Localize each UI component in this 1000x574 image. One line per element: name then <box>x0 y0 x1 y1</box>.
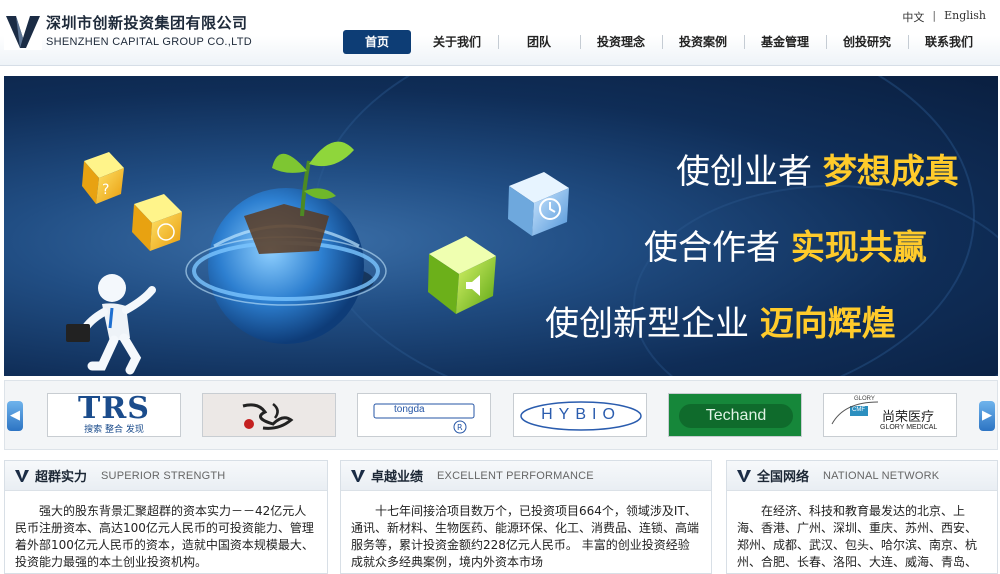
panel-header: 超群实力 SUPERIOR STRENGTH <box>5 461 327 491</box>
language-switch: 中文 | English <box>902 9 986 25</box>
nav-about[interactable]: 关于我们 <box>416 30 498 54</box>
partner-logo-carousel: ◀ TRS 搜索 整合 发现 R tongda HYBIO Techand CM… <box>4 380 998 450</box>
panel-superior-strength: 超群实力 SUPERIOR STRENGTH 强大的股东背景汇聚超群的资本实力－… <box>4 460 328 574</box>
partner-logo-togda[interactable]: R tongda <box>357 393 491 437</box>
panel-title: 全国网络 <box>757 470 810 485</box>
panel-national-network: 全国网络 NATIONAL NETWORK 在经济、科技和教育最发达的北京、上海… <box>726 460 998 574</box>
togda-logo-icon: R <box>373 403 475 434</box>
partner-logo-techand[interactable]: Techand <box>668 393 802 437</box>
chevron-right-icon: ▶ <box>982 408 992 423</box>
yellow-cube-question-icon: ? <box>82 152 124 204</box>
panel-body: 十七年间接洽项目数万个，已投资项目664个，领域涉及IT、通讯、新材料、生物医药… <box>351 504 700 569</box>
partner-togda-wordmark: tongda <box>394 404 425 415</box>
banner-slogan-3-prefix: 使创新型企业 <box>545 304 749 344</box>
nav-contact[interactable]: 联系我们 <box>908 30 990 54</box>
businessman-figure-icon <box>66 274 156 375</box>
lang-english-link[interactable]: English <box>944 9 986 25</box>
company-name-en: SHENZHEN CAPITAL GROUP CO.,LTD <box>46 36 253 48</box>
banner-slogan-3: 使创新型企业 迈向辉煌 <box>545 296 896 345</box>
banner-slogan-2-highlight: 实现共赢 <box>790 228 927 268</box>
banner-slogan-3-highlight: 迈向辉煌 <box>759 304 896 344</box>
chevron-left-icon: ◀ <box>10 408 20 423</box>
site-header: 深圳市创新投资集团有限公司 SHENZHEN CAPITAL GROUP CO.… <box>0 0 1000 66</box>
partner-logo-hybio[interactable]: HYBIO <box>513 393 647 437</box>
globe-icon <box>185 188 387 344</box>
panel-subtitle: SUPERIOR STRENGTH <box>101 469 226 482</box>
panel-excellent-performance: 卓越业绩 EXCELLENT PERFORMANCE 十七年间接洽项目数万个，已… <box>340 460 712 574</box>
banner-slogan-1: 使创业者 梦想成真 <box>676 144 959 193</box>
calligraphy-logo-icon <box>242 403 294 430</box>
nav-research[interactable]: 创投研究 <box>826 30 908 54</box>
banner-slogan-2-prefix: 使合作者 <box>644 228 780 268</box>
panel-header: 卓越业绩 EXCELLENT PERFORMANCE <box>341 461 711 491</box>
partner-logo-glory-medical[interactable]: CMF GLORY 尚荣医疗 GLORY MEDICAL <box>823 393 957 437</box>
panel-subtitle: EXCELLENT PERFORMANCE <box>437 469 594 482</box>
v-logo-icon <box>15 469 29 482</box>
hero-banner[interactable]: ? 使创业者 梦想成真 使合作者 实现共赢 使创新型企业 迈向辉煌 <box>4 76 998 376</box>
nav-home[interactable]: 首页 <box>343 30 411 54</box>
partner-logo-trs[interactable]: TRS 搜索 整合 发现 <box>47 393 181 437</box>
partner-glory-arc-text: GLORY <box>854 396 875 402</box>
banner-slogan-2: 使合作者 实现共赢 <box>644 220 927 269</box>
nav-team[interactable]: 团队 <box>498 30 580 54</box>
lang-separator: | <box>932 9 937 22</box>
partner-logo-calligraphy[interactable] <box>202 393 336 437</box>
carousel-prev-button[interactable]: ◀ <box>7 401 23 431</box>
partner-glory-en-name: GLORY MEDICAL <box>880 424 938 431</box>
main-nav: 首页 关于我们 团队 投资理念 投资案例 基金管理 创投研究 联系我们 <box>338 30 990 54</box>
panel-title: 卓越业绩 <box>371 470 424 485</box>
nav-fund-management[interactable]: 基金管理 <box>744 30 826 54</box>
v-logo-icon <box>351 469 365 482</box>
partner-glory-cmf-badge: CMF <box>852 407 865 413</box>
panel-title: 超群实力 <box>35 470 88 485</box>
banner-slogan-1-highlight: 梦想成真 <box>822 152 959 192</box>
partner-glory-cn-name: 尚荣医疗 <box>882 410 935 425</box>
panel-header: 全国网络 NATIONAL NETWORK <box>727 461 997 491</box>
nav-cases[interactable]: 投资案例 <box>662 30 744 54</box>
partner-trs-tagline: 搜索 整合 发现 <box>84 425 144 435</box>
panel-subtitle: NATIONAL NETWORK <box>823 469 940 482</box>
partner-techand-wordmark: Techand <box>705 407 767 424</box>
blue-cube-clock-icon <box>508 172 569 236</box>
lang-chinese-link[interactable]: 中文 <box>902 9 924 25</box>
panel-body: 强大的股东背景汇聚超群的资本实力－－42亿元人民币注册资本、高达100亿元人民币… <box>15 504 314 569</box>
partner-trs-wordmark: TRS <box>78 393 150 426</box>
panel-body: 在经济、科技和教育最发达的北京、上海、香港、广州、深圳、重庆、苏州、西安、郑州、… <box>737 504 978 569</box>
yellow-cube-globe-icon <box>132 194 182 251</box>
green-cube-speaker-icon <box>428 236 496 314</box>
nav-philosophy[interactable]: 投资理念 <box>580 30 662 54</box>
company-name-cn: 深圳市创新投资集团有限公司 <box>46 14 248 32</box>
v-logo-icon <box>737 469 751 482</box>
svg-text:?: ? <box>102 182 109 198</box>
partner-hybio-wordmark: HYBIO <box>541 406 621 423</box>
company-name: 深圳市创新投资集团有限公司 SHENZHEN CAPITAL GROUP CO.… <box>46 12 252 48</box>
company-logo-icon[interactable] <box>4 12 42 50</box>
banner-slogan-1-prefix: 使创业者 <box>676 152 812 192</box>
svg-text:R: R <box>457 423 463 432</box>
carousel-next-button[interactable]: ▶ <box>979 401 995 431</box>
